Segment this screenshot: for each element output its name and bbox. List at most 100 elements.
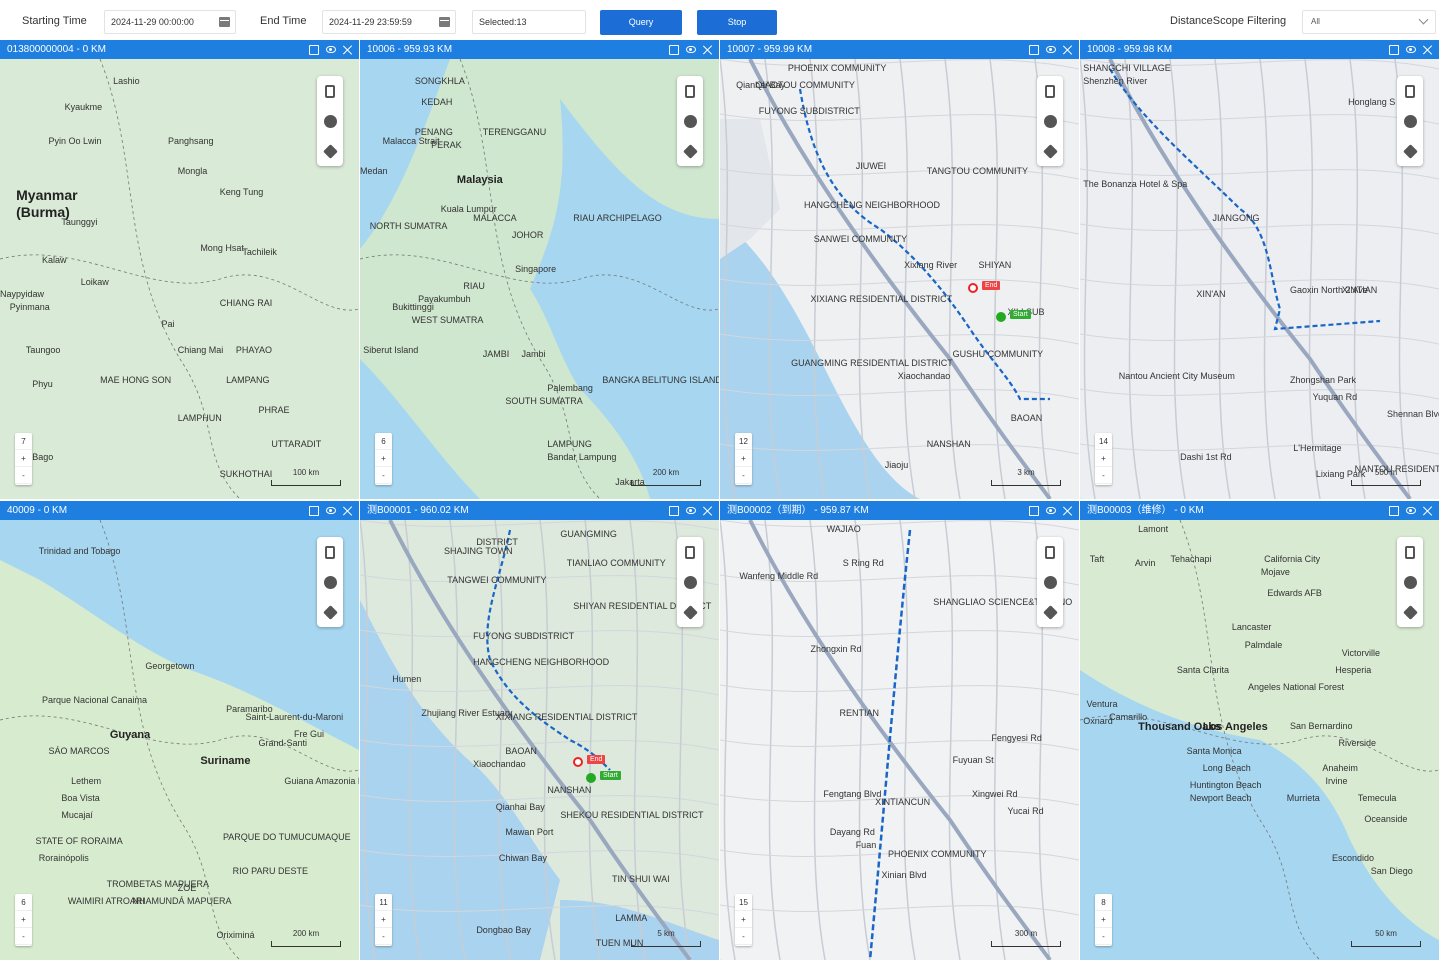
satellite-icon[interactable] <box>323 114 337 128</box>
end-time-input[interactable]: 2024-11-29 23:59:59 <box>322 10 456 34</box>
zoom-out-button[interactable]: - <box>375 467 392 484</box>
close-icon[interactable] <box>1063 506 1073 516</box>
road <box>584 520 601 960</box>
close-icon[interactable] <box>1423 45 1433 55</box>
close-icon[interactable] <box>1063 45 1073 55</box>
end-marker-icon[interactable] <box>968 283 978 293</box>
zoom-out-button[interactable]: - <box>15 928 32 945</box>
map-label: Malaysia <box>456 174 503 187</box>
map-label: Long Beach <box>1202 763 1251 774</box>
map-panel[interactable]: 40009 - 0 KM Trinidad and Tobago Georgetow… <box>0 501 359 960</box>
eye-icon[interactable] <box>326 46 336 53</box>
map-canvas[interactable] <box>720 59 1079 499</box>
map-canvas[interactable] <box>1080 59 1439 499</box>
eye-icon[interactable] <box>1406 507 1416 514</box>
3d-cube-icon[interactable] <box>322 604 338 620</box>
3d-cube-icon[interactable] <box>1042 143 1058 159</box>
map-grid: 013800000004 - 0 KM Myanmar (Burma) Lashio K… <box>0 40 1440 960</box>
eye-icon[interactable] <box>686 507 696 514</box>
traffic-light-icon[interactable] <box>685 545 695 559</box>
zoom-out-button[interactable]: - <box>15 467 32 484</box>
map-label: Mongla <box>177 165 208 176</box>
map-canvas[interactable] <box>1080 520 1439 960</box>
map-label: Pyin Oo Lwin <box>48 135 102 146</box>
selected-count[interactable]: Selected:13 <box>472 10 586 34</box>
close-icon[interactable] <box>703 506 713 516</box>
satellite-icon[interactable] <box>1403 575 1417 589</box>
maximize-icon[interactable] <box>1029 44 1039 55</box>
close-icon[interactable] <box>1423 506 1433 516</box>
traffic-light-icon[interactable] <box>1405 84 1415 98</box>
3d-cube-icon[interactable] <box>1402 143 1418 159</box>
close-icon[interactable] <box>703 45 713 55</box>
close-icon[interactable] <box>343 506 353 516</box>
start-marker-icon[interactable] <box>586 773 596 783</box>
map-panel[interactable]: 测B00002（到期） - 959.87 KM WAJIAO S Ring Rd Wa… <box>720 501 1079 960</box>
map-scale: 300 m <box>991 930 1061 947</box>
satellite-icon[interactable] <box>1043 575 1057 589</box>
zoom-in-button[interactable]: + <box>1095 911 1112 928</box>
stop-button[interactable]: Stop <box>697 10 777 35</box>
map-panel[interactable]: 10007 - 959.99 KM PHOENIX COMMUNITY QIAOTO… <box>720 40 1079 499</box>
zoom-in-button[interactable]: + <box>735 911 752 928</box>
traffic-light-icon[interactable] <box>325 84 335 98</box>
3d-cube-icon[interactable] <box>682 604 698 620</box>
satellite-icon[interactable] <box>323 575 337 589</box>
zoom-in-button[interactable]: + <box>1095 450 1112 467</box>
map-label: Temecula <box>1357 793 1397 804</box>
maximize-icon[interactable] <box>669 505 679 516</box>
eye-icon[interactable] <box>686 46 696 53</box>
traffic-light-icon[interactable] <box>325 545 335 559</box>
close-icon[interactable] <box>343 45 353 55</box>
zoom-out-button[interactable]: - <box>735 467 752 484</box>
eye-icon[interactable] <box>326 507 336 514</box>
zoom-in-button[interactable]: + <box>735 450 752 467</box>
end-marker-icon[interactable] <box>573 757 583 767</box>
map-panel[interactable]: 测B00001 - 960.02 KM GUANGMING DISTRICT SHAJ… <box>360 501 719 960</box>
zoom-out-button[interactable]: - <box>375 928 392 945</box>
eye-icon[interactable] <box>1046 507 1056 514</box>
traffic-light-icon[interactable] <box>685 84 695 98</box>
3d-cube-icon[interactable] <box>682 143 698 159</box>
map-panel[interactable]: 013800000004 - 0 KM Myanmar (Burma) Lashio K… <box>0 40 359 499</box>
zoom-control: 15 + - <box>735 894 752 946</box>
traffic-light-icon[interactable] <box>1405 545 1415 559</box>
zoom-level: 6 <box>15 894 32 911</box>
maximize-icon[interactable] <box>1029 505 1039 516</box>
start-time-input[interactable]: 2024-11-29 00:00:00 <box>104 10 236 34</box>
map-canvas[interactable] <box>360 59 719 499</box>
zoom-out-button[interactable]: - <box>735 928 752 945</box>
map-canvas[interactable] <box>360 520 719 960</box>
calendar-icon[interactable] <box>439 17 450 27</box>
maximize-icon[interactable] <box>669 44 679 55</box>
map-canvas[interactable] <box>0 59 359 499</box>
map-panel[interactable]: 10008 - 959.98 KM Shenzhen River SHANGCHI … <box>1080 40 1439 499</box>
eye-icon[interactable] <box>1406 46 1416 53</box>
3d-cube-icon[interactable] <box>1402 604 1418 620</box>
traffic-light-icon[interactable] <box>1045 84 1055 98</box>
start-marker-icon[interactable] <box>996 312 1006 322</box>
satellite-icon[interactable] <box>683 575 697 589</box>
zoom-in-button[interactable]: + <box>15 450 32 467</box>
maximize-icon[interactable] <box>309 505 319 516</box>
traffic-light-icon[interactable] <box>1045 545 1055 559</box>
zoom-out-button[interactable]: - <box>1095 928 1112 945</box>
zoom-in-button[interactable]: + <box>15 911 32 928</box>
3d-cube-icon[interactable] <box>1042 604 1058 620</box>
zoom-in-button[interactable]: + <box>375 911 392 928</box>
map-panel[interactable]: 测B00003（维修） - 0 KM Lamont Taft Arvin Tehacha… <box>1080 501 1439 960</box>
3d-cube-icon[interactable] <box>322 143 338 159</box>
eye-icon[interactable] <box>1046 46 1056 53</box>
zoom-in-button[interactable]: + <box>375 450 392 467</box>
maximize-icon[interactable] <box>1389 505 1399 516</box>
calendar-icon[interactable] <box>219 17 230 27</box>
maximize-icon[interactable] <box>309 44 319 55</box>
satellite-icon[interactable] <box>1043 114 1057 128</box>
maximize-icon[interactable] <box>1389 44 1399 55</box>
zoom-out-button[interactable]: - <box>1095 467 1112 484</box>
query-button[interactable]: Query <box>600 10 682 35</box>
satellite-icon[interactable] <box>1403 114 1417 128</box>
map-panel[interactable]: 10006 - 959.93 KM Malaysia Kuala Lumpur Sin… <box>360 40 719 499</box>
satellite-icon[interactable] <box>683 114 697 128</box>
distance-filter-select[interactable]: All <box>1302 10 1436 34</box>
